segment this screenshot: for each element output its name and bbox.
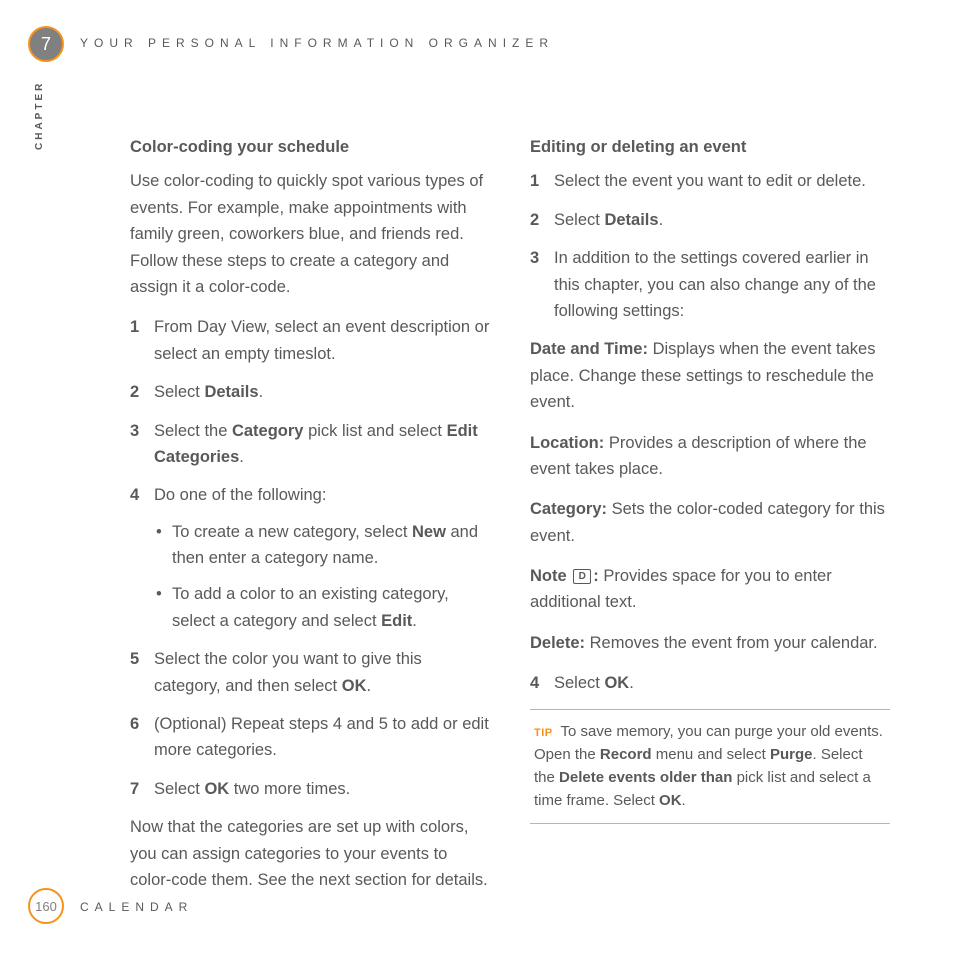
chapter-number-badge: 7 bbox=[28, 26, 64, 62]
right-steps: 1Select the event you want to edit or de… bbox=[530, 168, 890, 324]
left-intro: Use color-coding to quickly spot various… bbox=[130, 168, 490, 300]
step-7: 7Select OK two more times. bbox=[130, 776, 490, 802]
chapter-title: YOUR PERSONAL INFORMATION ORGANIZER bbox=[80, 36, 554, 50]
page-number: 160 bbox=[35, 899, 57, 914]
step-5: 5Select the color you want to give this … bbox=[130, 646, 490, 699]
left-column: Color-coding your schedule Use color-cod… bbox=[130, 134, 490, 907]
step-1: 1From Day View, select an event descript… bbox=[130, 314, 490, 367]
footer-section: CALENDAR bbox=[80, 900, 193, 914]
bullet-new: To create a new category, select New and… bbox=[154, 519, 490, 572]
rstep-4: 4Select OK. bbox=[530, 670, 890, 696]
left-heading: Color-coding your schedule bbox=[130, 134, 490, 160]
step-6: 6(Optional) Repeat steps 4 and 5 to add … bbox=[130, 711, 490, 764]
rstep-1: 1Select the event you want to edit or de… bbox=[530, 168, 890, 194]
rstep-2: 2Select Details. bbox=[530, 207, 890, 233]
side-chapter-label: CHAPTER bbox=[34, 60, 45, 150]
step-3: 3Select the Category pick list and selec… bbox=[130, 418, 490, 471]
left-steps: 1From Day View, select an event descript… bbox=[130, 314, 490, 802]
rstep-3: 3In addition to the settings covered ear… bbox=[530, 245, 890, 324]
chapter-number: 7 bbox=[41, 34, 51, 55]
def-note: Note D: Provides space for you to enter … bbox=[530, 563, 890, 616]
note-icon: D bbox=[573, 569, 591, 584]
right-column: Editing or deleting an event 1Select the… bbox=[530, 134, 890, 907]
right-heading: Editing or deleting an event bbox=[530, 134, 890, 160]
bullet-edit: To add a color to an existing category, … bbox=[154, 581, 490, 634]
tip-box: TIP To save memory, you can purge your o… bbox=[530, 709, 890, 824]
tip-label: TIP bbox=[534, 727, 553, 739]
step-4-bullets: To create a new category, select New and… bbox=[154, 519, 490, 635]
def-category: Category: Sets the color-coded category … bbox=[530, 496, 890, 549]
def-delete: Delete: Removes the event from your cale… bbox=[530, 630, 890, 656]
step-4: 4Do one of the following: To create a ne… bbox=[130, 482, 490, 634]
def-location: Location: Provides a description of wher… bbox=[530, 430, 890, 483]
page-number-badge: 160 bbox=[28, 888, 64, 924]
step-2: 2Select Details. bbox=[130, 379, 490, 405]
left-outro: Now that the categories are set up with … bbox=[130, 814, 490, 893]
right-steps-2: 4Select OK. bbox=[530, 670, 890, 696]
def-date-time: Date and Time: Displays when the event t… bbox=[530, 336, 890, 415]
page-content: Color-coding your schedule Use color-cod… bbox=[130, 134, 890, 907]
